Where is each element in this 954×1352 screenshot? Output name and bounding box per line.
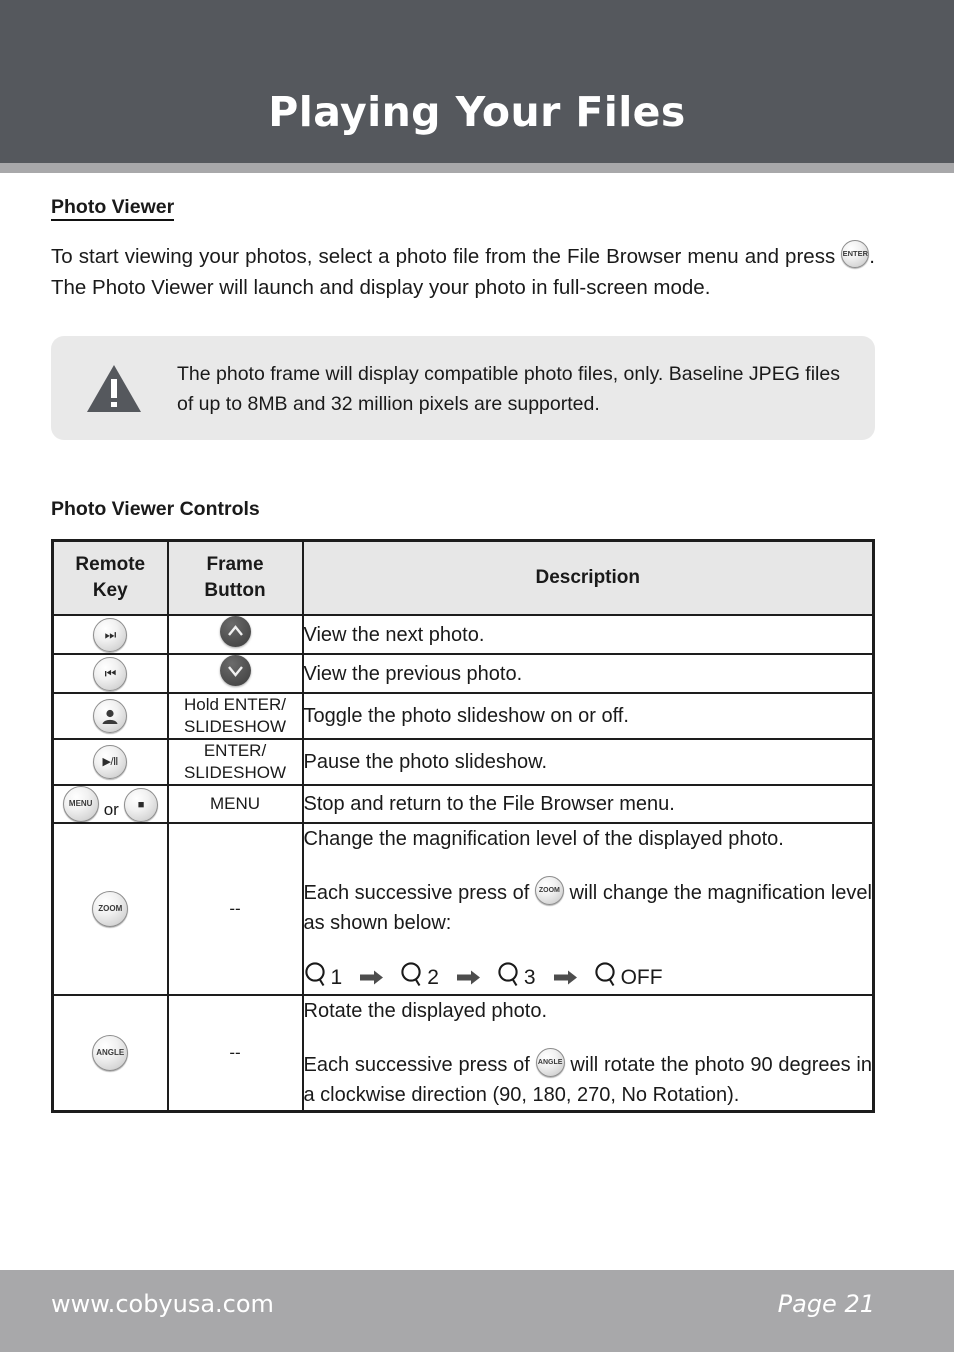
table-caption: Photo Viewer Controls (51, 498, 260, 521)
remote-key-cell: ⏭ (51, 614, 169, 656)
magnifier-icon (497, 960, 521, 994)
warning-triangle-icon (87, 365, 141, 413)
magnifier-icon (304, 960, 328, 994)
frame-button-line-2: SLIDESHOW (183, 763, 287, 783)
table-row: ZOOM -- Change the magnification level o… (51, 822, 875, 997)
header-line-2: Button (204, 580, 266, 602)
table-row: Hold ENTER/ SLIDESHOW Toggle the photo s… (51, 692, 875, 741)
frame-button-cell: -- (166, 822, 304, 997)
header-line-1: Remote (75, 554, 146, 576)
header-accent-bar (0, 163, 954, 173)
description-line-2: Each successive press of ANGLE will rota… (303, 1048, 872, 1110)
chevron-up-button-icon (219, 616, 251, 648)
zoom-key-inline-icon: ZOOM (534, 876, 564, 906)
photo-viewer-controls-table: Remote Key Frame Button Description ⏭ Vi… (51, 539, 875, 1114)
menu-button-icon: MENU (62, 786, 99, 823)
arrow-right-icon (456, 970, 481, 985)
arrow-right-icon (553, 970, 578, 985)
remote-key-cell: ⏮ (51, 653, 169, 695)
zoom-button-icon: ZOOM (92, 891, 129, 928)
frame-button-line-1: ENTER/ (203, 741, 267, 761)
enter-key-icon: ENTER (841, 240, 870, 269)
footer-page-number: Page 21 (777, 1290, 875, 1318)
remote-key-cell (51, 692, 169, 741)
remote-key-cell: ▶/Ⅱ (51, 738, 169, 787)
description-cell: View the previous photo. (301, 653, 875, 695)
column-header-frame-button: Frame Button (166, 539, 304, 617)
next-track-button-icon: ⏭ (93, 617, 128, 652)
description-cell: Rotate the displayed photo. Each success… (301, 994, 875, 1113)
zoom-level-label: OFF (620, 965, 663, 989)
remote-key-cell: ANGLE (51, 994, 169, 1113)
zoom-level-label: 3 (523, 965, 536, 989)
page-header-bar (0, 0, 954, 163)
description-cell: Pause the photo slideshow. (301, 738, 875, 787)
desc-text-a: Each successive press of (303, 1054, 536, 1077)
description-cell: Change the magnification level of the di… (301, 822, 875, 997)
next-track-glyph: ⏭ (104, 626, 117, 642)
table-header-row: Remote Key Frame Button Description (51, 539, 875, 617)
previous-track-button-icon: ⏮ (93, 656, 128, 691)
footer-website: www.cobyusa.com (51, 1290, 274, 1318)
page-content: Photo Viewer To start viewing your photo… (51, 196, 875, 1114)
previous-track-glyph: ⏮ (104, 665, 117, 681)
frame-button-cell: Hold ENTER/ SLIDESHOW (166, 692, 304, 741)
zoom-level-label: 2 (427, 965, 439, 989)
remote-key-cell: ZOOM (51, 822, 169, 997)
zoom-level-label: 1 (330, 965, 343, 989)
play-pause-glyph: ▶/Ⅱ (102, 756, 119, 769)
note-box: The photo frame will display compatible … (51, 336, 875, 441)
desc-text-a: Each successive press of (303, 882, 535, 905)
frame-button-cell (166, 614, 304, 656)
remote-key-cell: MENU or ■ (51, 784, 169, 825)
description-cell: View the next photo. (301, 614, 875, 656)
arrow-right-icon (360, 970, 384, 985)
table-row: ⏮ View the previous photo. (51, 653, 875, 695)
description-line-1: Change the magnification level of the di… (303, 828, 784, 851)
angle-key-inline-icon: ANGLE (535, 1048, 565, 1078)
frame-button-cell: MENU (166, 784, 304, 825)
frame-button-cell: -- (166, 994, 304, 1113)
conjunction-or: or (103, 800, 119, 820)
description-cell: Stop and return to the File Browser menu… (301, 784, 875, 825)
zoom-level-sequence: 1 2 3 OFF (304, 960, 873, 994)
table-row: ANGLE -- Rotate the displayed photo. Eac… (51, 994, 875, 1113)
header-line-1: Frame (206, 554, 264, 576)
play-pause-button-icon: ▶/Ⅱ (93, 745, 128, 780)
stop-button-icon: ■ (123, 788, 158, 823)
column-header-remote-key: Remote Key (51, 539, 169, 617)
frame-button-cell (166, 653, 304, 695)
intro-paragraph: To start viewing your photos, select a p… (51, 240, 875, 303)
magnifier-icon (400, 960, 424, 994)
table-row: ⏭ View the next photo. (51, 614, 875, 656)
description-line-1: Rotate the displayed photo. (303, 1000, 548, 1023)
stop-glyph: ■ (137, 799, 145, 812)
frame-button-line-1: Hold ENTER/ (183, 695, 287, 715)
table-row: MENU or ■ MENU Stop and return to the File… (51, 784, 875, 825)
note-text: The photo frame will display compatible … (177, 363, 840, 416)
table-row: ▶/Ⅱ ENTER/ SLIDESHOW Pause the photo sli… (51, 738, 875, 787)
angle-button-icon: ANGLE (92, 1035, 129, 1072)
header-line-2: Key (92, 580, 128, 602)
slideshow-button-icon (93, 699, 128, 734)
description-cell: Toggle the photo slideshow on or off. (301, 692, 875, 741)
frame-button-cell: ENTER/ SLIDESHOW (166, 738, 304, 787)
description-line-2: Each successive press of ZOOM will chang… (303, 876, 872, 938)
section-heading: Photo Viewer (51, 196, 175, 222)
magnifier-icon (594, 960, 618, 994)
page-title: Playing Your Files (268, 88, 686, 136)
frame-button-line-2: SLIDESHOW (183, 717, 287, 737)
column-header-description: Description (301, 539, 875, 617)
chevron-down-button-icon (219, 655, 251, 687)
intro-text-part1: To start viewing your photos, select a p… (51, 245, 842, 269)
